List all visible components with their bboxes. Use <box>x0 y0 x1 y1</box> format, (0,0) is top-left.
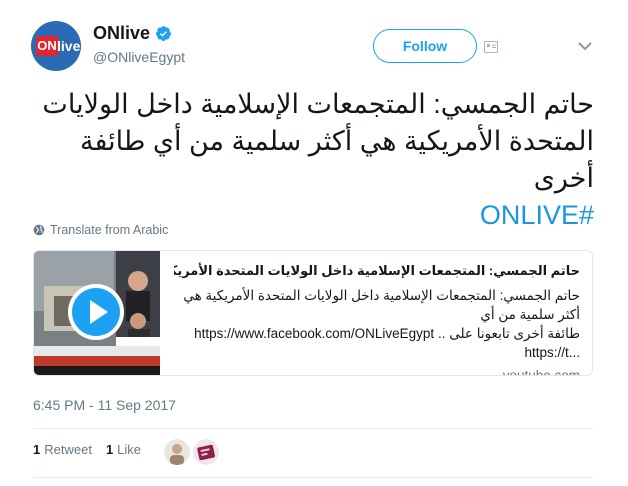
link-card[interactable]: حاتم الجمسي: المتجمعات الإسلامية داخل ال… <box>33 250 593 376</box>
card-desc-line2: طائفة أخرى تابعونا على .. https://www.fa… <box>174 324 580 343</box>
card-desc-line1: حاتم الجمسي: المتجمعات الإسلامية داخل ال… <box>183 288 580 322</box>
tweet-body: حاتم الجمسي: المتجمعات الإسلامية داخل ال… <box>42 89 594 193</box>
retweets-label: Retweet <box>44 442 92 457</box>
avatar-logo-live: live <box>57 38 81 54</box>
card-body[interactable]: حاتم الجمسي: المتجمعات الإسلامية داخل ال… <box>174 262 580 376</box>
likes-count: 1 <box>105 442 114 457</box>
tweet-text: حاتم الجمسي: المتجمعات الإسلامية داخل ال… <box>28 86 594 234</box>
retweeter-avatar[interactable] <box>193 439 219 465</box>
avatar-logo-on: ON <box>36 36 58 56</box>
divider-bottom <box>33 477 593 478</box>
follow-button[interactable]: Follow <box>373 29 477 63</box>
user-card-icon <box>484 41 498 53</box>
author-handle[interactable]: @ONliveEgypt <box>93 49 185 65</box>
liker-avatar[interactable] <box>164 439 190 465</box>
card-description: حاتم الجمسي: المتجمعات الإسلامية داخل ال… <box>174 286 580 362</box>
likes-label: Like <box>117 442 142 457</box>
translate-label[interactable]: Translate from Arabic <box>50 223 168 237</box>
card-desc-url: https://www.facebook.com/ONLiveEgypt <box>194 326 435 341</box>
card-desc-line3: https://t... <box>524 345 580 360</box>
retweets-stat[interactable]: 1 Retweet <box>33 442 92 457</box>
author-avatar[interactable]: ON live <box>31 21 81 71</box>
retweets-count: 1 <box>33 442 41 457</box>
card-domain: youtube.com <box>502 368 580 376</box>
verified-badge-icon <box>156 26 171 41</box>
divider-top <box>33 428 593 429</box>
likes-stat[interactable]: 1 Like <box>106 442 141 457</box>
globe-icon <box>33 224 45 236</box>
card-title[interactable]: حاتم الجمسي: المتجمعات الإسلامية داخل ال… <box>174 262 580 280</box>
translate-link[interactable]: Translate from Arabic <box>33 223 168 237</box>
play-icon[interactable] <box>66 282 126 342</box>
tweet-stats: 1 Retweet 1 Like <box>33 442 141 457</box>
author-name[interactable]: ONlive <box>93 23 150 44</box>
chevron-down-icon[interactable] <box>578 41 592 51</box>
video-thumbnail[interactable] <box>34 251 160 375</box>
tweet-timestamp[interactable]: 6:45 PM - 11 Sep 2017 <box>33 397 176 413</box>
author-name-row[interactable]: ONlive <box>93 23 172 44</box>
card-desc-line2-ar: طائفة أخرى تابعونا على .. <box>437 326 580 341</box>
